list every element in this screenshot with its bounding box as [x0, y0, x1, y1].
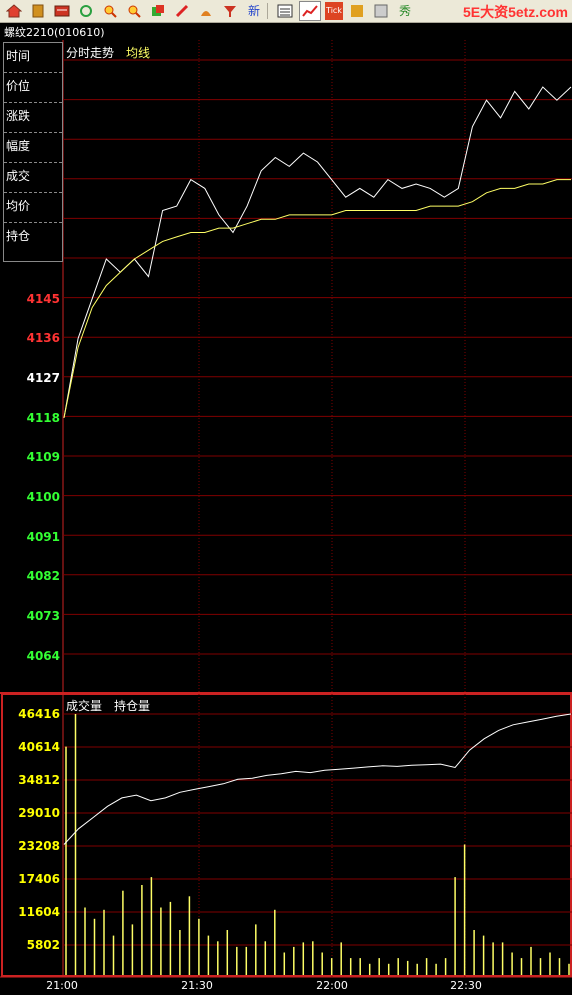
- x-tick-label: 22:00: [316, 979, 348, 992]
- price-tick-label: 4082: [27, 569, 60, 583]
- info-row-volume: 成交: [4, 163, 62, 193]
- price-line: [63, 86, 572, 418]
- price-tick-label: 4109: [27, 450, 60, 464]
- toolbar-separator: [267, 3, 268, 19]
- price-tick-label: 4118: [27, 411, 60, 425]
- volume-tick-label: 5802: [27, 938, 60, 952]
- tick-label: Tick: [326, 6, 342, 15]
- x-tick-label: 21:30: [181, 979, 213, 992]
- info-row-avg: 均价: [4, 193, 62, 223]
- price-legend-avg: 均线: [126, 46, 151, 60]
- volume-tick-label: 17406: [18, 872, 60, 886]
- zoom-in-icon[interactable]: [100, 2, 120, 20]
- open-interest-line: [63, 713, 572, 845]
- refresh-icon[interactable]: [76, 2, 96, 20]
- volume-tick-label: 40614: [18, 740, 60, 754]
- info-row-oi: 持仓: [4, 223, 62, 252]
- info-label: 时间: [6, 49, 31, 63]
- volume-tick-label: 29010: [18, 806, 60, 820]
- book-icon[interactable]: [28, 2, 48, 20]
- volume-tick-label: 23208: [18, 839, 60, 853]
- instrument-title: 螺纹2210(010610): [4, 26, 105, 39]
- oi-legend: 持仓量: [114, 699, 151, 713]
- price-tick-label: 4127: [27, 371, 60, 385]
- table-icon[interactable]: [275, 2, 295, 20]
- info-label: 价位: [6, 79, 31, 93]
- x-tick-label: 21:00: [46, 979, 78, 992]
- info-label: 成交: [6, 169, 31, 183]
- tool-icon[interactable]: [196, 2, 216, 20]
- volume-tick-label: 11604: [18, 905, 60, 919]
- info-label: 均价: [6, 199, 31, 213]
- info-label: 幅度: [6, 139, 31, 153]
- info-box: 时间 价位 涨跌 幅度 成交 均价 持仓: [3, 42, 63, 262]
- home-icon[interactable]: [4, 2, 24, 20]
- info-label: 涨跌: [6, 109, 31, 123]
- price-tick-label: 4100: [27, 490, 60, 504]
- volume-panel-frame: [1, 693, 572, 977]
- new-icon[interactable]: 新: [244, 2, 264, 20]
- info-row-change: 涨跌: [4, 103, 62, 133]
- avg-line: [63, 179, 571, 418]
- pen-icon[interactable]: [172, 2, 192, 20]
- filter-icon[interactable]: [220, 2, 240, 20]
- price-tick-label: 4145: [27, 292, 60, 306]
- price-tick-label: 4073: [27, 609, 60, 623]
- new-label: 新: [247, 4, 260, 18]
- x-tick-label: 22:30: [450, 979, 482, 992]
- volume-legend: 成交量: [66, 699, 103, 713]
- watermark: 5E大资5etz.com: [462, 4, 568, 20]
- info-label: 持仓: [6, 229, 31, 243]
- volume-tick-label: 46416: [18, 707, 60, 721]
- list-icon[interactable]: [52, 2, 72, 20]
- toolbar: 新 Tick 秀 5E大资5etz.com: [0, 0, 572, 23]
- info-icon[interactable]: [347, 2, 367, 20]
- show-label: 秀: [398, 4, 411, 18]
- window-icon[interactable]: [148, 2, 168, 20]
- trend-icon[interactable]: [299, 1, 321, 21]
- price-tick-label: 4064: [27, 649, 60, 663]
- hide-icon[interactable]: [371, 2, 391, 20]
- info-row-price: 价位: [4, 73, 62, 103]
- show-icon[interactable]: 秀: [395, 2, 415, 20]
- price-tick-label: 4136: [27, 331, 60, 345]
- tick-icon[interactable]: Tick: [325, 2, 343, 20]
- info-row-percent: 幅度: [4, 133, 62, 163]
- price-tick-label: 4091: [27, 530, 60, 544]
- info-row-time: 时间: [4, 43, 62, 73]
- price-legend-main: 分时走势: [66, 46, 115, 60]
- intraday-chart[interactable]: 4145 4136 4127 4118 4109 4100 4091 4082 4073 4064…: [0, 0, 572, 995]
- zoom-out-icon[interactable]: [124, 2, 144, 20]
- volume-tick-label: 34812: [18, 773, 60, 787]
